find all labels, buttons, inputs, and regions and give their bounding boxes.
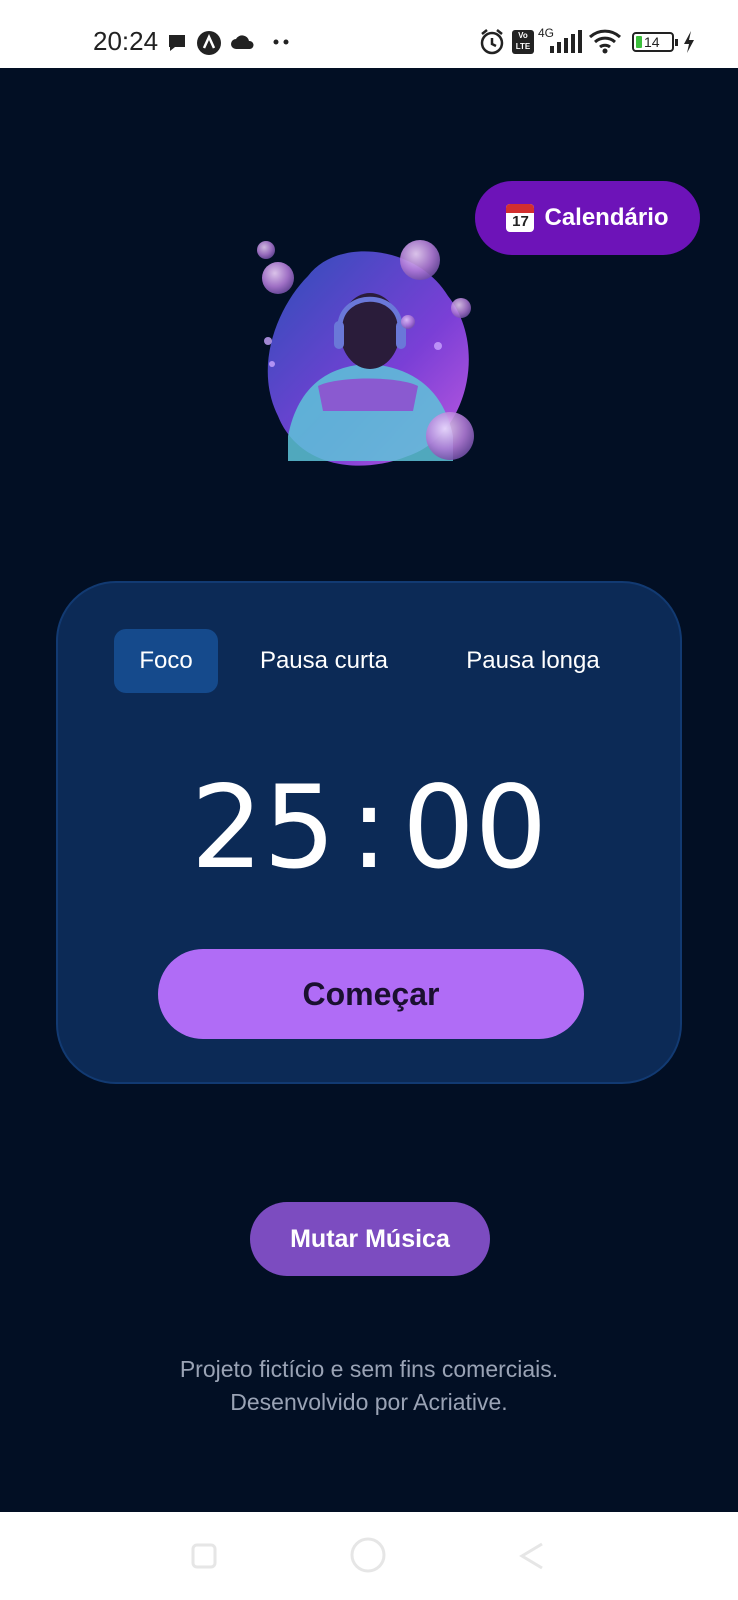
app-a-icon bbox=[197, 31, 221, 55]
navigation-bar bbox=[0, 1512, 738, 1600]
tab-pausa-longa[interactable]: Pausa longa bbox=[438, 629, 628, 693]
battery-level: 14 bbox=[644, 34, 660, 50]
timer-minutes: 25 bbox=[190, 761, 336, 894]
tab-pausa-curta[interactable]: Pausa curta bbox=[244, 629, 404, 693]
alarm-icon bbox=[480, 29, 504, 55]
battery-icon: 14 bbox=[632, 32, 678, 52]
signal-icon bbox=[550, 30, 582, 53]
charging-icon bbox=[684, 31, 694, 53]
wifi-icon bbox=[588, 29, 622, 54]
timer-display: 25:00 bbox=[58, 763, 680, 893]
footer-line-2: Desenvolvido por Acriative. bbox=[230, 1389, 508, 1415]
volte-icon: Vo LTE bbox=[512, 30, 534, 54]
calendar-button[interactable]: 17 Calendário bbox=[475, 181, 700, 255]
home-icon[interactable] bbox=[349, 1536, 387, 1574]
start-button[interactable]: Começar bbox=[158, 949, 584, 1039]
status-bar: 20:24 Vo LTE 4G 14 bbox=[0, 0, 738, 68]
timer-separator: : bbox=[349, 761, 389, 894]
chat-bubble-icon bbox=[169, 35, 185, 51]
calendar-label: Calendário bbox=[544, 204, 669, 231]
timer-card: Foco Pausa curta Pausa longa 25:00 Começ… bbox=[56, 581, 682, 1084]
volte-label: Vo LTE bbox=[515, 31, 531, 51]
mute-music-button[interactable]: Mutar Música bbox=[250, 1202, 490, 1276]
calendar-icon: 17 bbox=[506, 204, 535, 232]
hero-illustration bbox=[257, 240, 474, 466]
footer-line-1: Projeto fictício e sem fins comerciais. bbox=[179, 1356, 559, 1382]
tab-foco[interactable]: Foco bbox=[114, 629, 218, 693]
back-icon[interactable] bbox=[518, 1540, 546, 1572]
timer-seconds: 00 bbox=[402, 761, 548, 894]
recents-icon[interactable] bbox=[190, 1542, 218, 1570]
more-dots-icon bbox=[273, 39, 289, 45]
status-time: 20:24 bbox=[93, 26, 159, 56]
cloud-icon bbox=[231, 35, 254, 49]
